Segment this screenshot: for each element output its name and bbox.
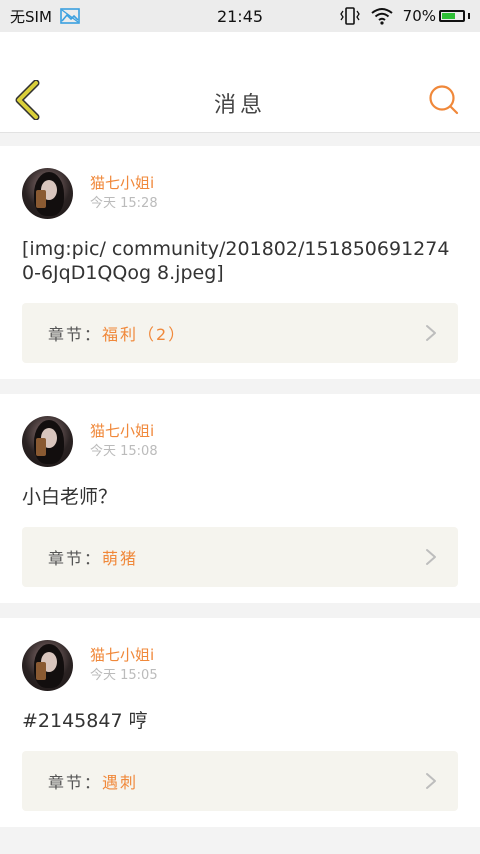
username[interactable]: 猫七小姐i (90, 174, 158, 192)
battery-icon (439, 10, 465, 22)
timestamp: 今天 15:05 (90, 668, 158, 683)
search-button[interactable] (428, 84, 460, 116)
message-content: #2145847 哼 (22, 710, 148, 732)
timestamp: 今天 15:28 (90, 196, 158, 211)
top-navigation-bar: 消息 (0, 32, 480, 133)
message-card: 猫七小姐i 今天 15:05 #2145847 哼 章节： 遇刺 (0, 618, 480, 827)
message-card: 猫七小姐i 今天 15:08 小白老师？ 章节： 萌猪 (0, 394, 480, 603)
status-right: 70% (339, 7, 470, 25)
chevron-right-icon (426, 325, 436, 341)
user-row: 猫七小姐i 今天 15:08 (22, 416, 458, 467)
chapter-name: 福利（2） (102, 325, 187, 344)
page-title: 消息 (213, 93, 266, 118)
chapter-label: 章节： (48, 773, 103, 792)
carrier-text: 无SIM (10, 7, 52, 26)
user-row: 猫七小姐i 今天 15:05 (22, 640, 458, 691)
avatar[interactable] (22, 416, 73, 467)
username[interactable]: 猫七小姐i (90, 646, 158, 664)
user-meta: 猫七小姐i 今天 15:28 (90, 168, 158, 212)
chapter-label: 章节： (48, 549, 103, 568)
search-icon (429, 85, 459, 115)
message-content: [img:pic/ community/201802/1518506912740… (22, 238, 450, 284)
vibrate-icon (339, 7, 360, 25)
avatar[interactable] (22, 168, 73, 219)
battery-percent: 70% (402, 7, 436, 25)
timestamp: 今天 15:08 (90, 444, 158, 459)
battery-cap (468, 13, 470, 19)
chapter-link[interactable]: 章节： 福利（2） (22, 303, 458, 363)
chevron-right-icon (426, 773, 436, 789)
chapter-name: 遇刺 (102, 773, 139, 792)
username[interactable]: 猫七小姐i (90, 422, 158, 440)
message-card: 猫七小姐i 今天 15:28 [img:pic/ community/20180… (0, 146, 480, 379)
chevron-right-icon (426, 549, 436, 565)
status-bar: 无SIM 21:45 70% (0, 0, 480, 32)
message-list: 猫七小姐i 今天 15:28 [img:pic/ community/20180… (0, 146, 480, 842)
wifi-icon (371, 8, 393, 25)
image-notification-icon (60, 8, 80, 24)
chapter-link[interactable]: 章节： 遇刺 (22, 751, 458, 811)
chapter-link[interactable]: 章节： 萌猪 (22, 527, 458, 587)
battery-fill (442, 13, 456, 19)
avatar[interactable] (22, 640, 73, 691)
message-content: 小白老师？ (22, 486, 118, 508)
user-meta: 猫七小姐i 今天 15:08 (90, 416, 158, 460)
battery-indicator: 70% (403, 7, 470, 25)
chapter-name: 萌猪 (102, 549, 139, 568)
user-meta: 猫七小姐i 今天 15:05 (90, 640, 158, 684)
user-row: 猫七小姐i 今天 15:28 (22, 168, 458, 219)
status-left: 无SIM (10, 6, 80, 27)
chapter-label: 章节： (48, 325, 103, 344)
